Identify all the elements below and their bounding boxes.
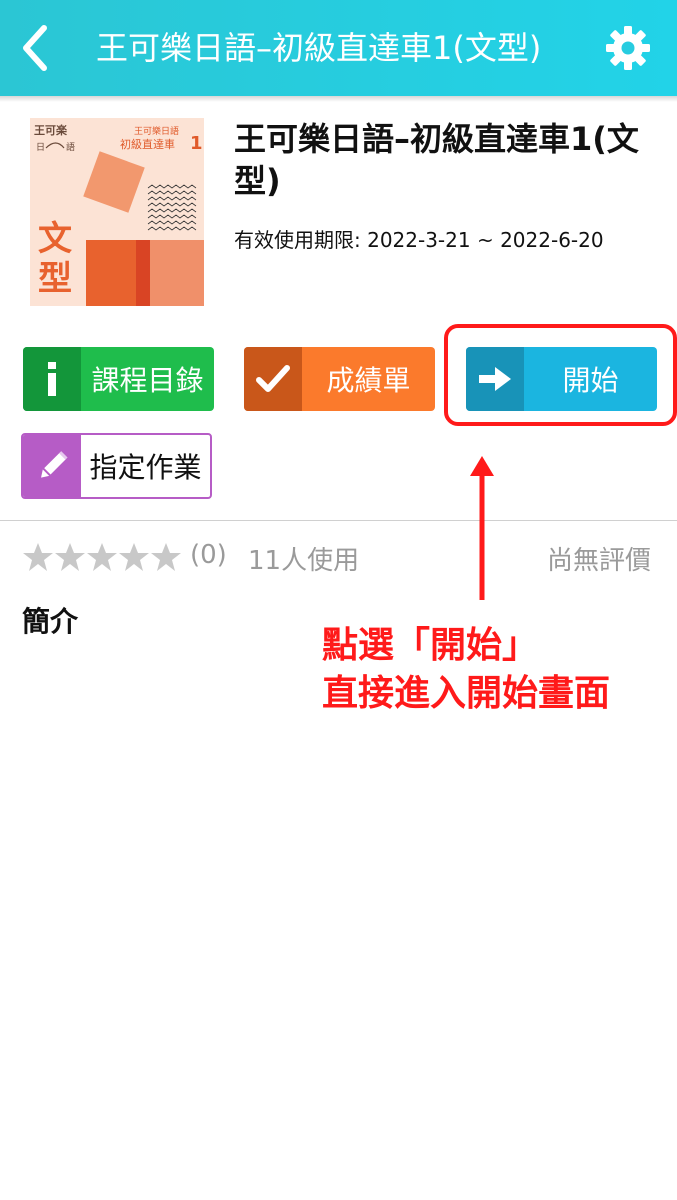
course-catalog-button[interactable]: 課程目錄 — [23, 347, 214, 411]
assigned-homework-button[interactable]: 指定作業 — [21, 433, 212, 499]
report-card-button[interactable]: 成績單 — [244, 347, 435, 411]
intro-heading: 簡介 — [22, 605, 79, 638]
cover-char-2: 型 — [38, 259, 72, 299]
cover-subtitle: 初級直達車 — [120, 137, 175, 151]
annotation-line-2: 直接進入開始畫面 — [322, 673, 611, 714]
info-icon — [23, 347, 81, 411]
course-catalog-label: 課程目錄 — [91, 364, 204, 397]
users-count: 11人使用 — [248, 546, 360, 576]
report-card-label: 成績單 — [326, 364, 411, 397]
annotation-text: 點選「開始」 直接進入開始畫面 — [322, 622, 610, 718]
divider — [0, 520, 677, 521]
star-rating — [22, 541, 182, 575]
svg-text:語: 語 — [66, 141, 75, 153]
cover-char-1: 文 — [38, 219, 72, 259]
cover-brand: 王可楽 — [34, 123, 68, 137]
star-icons — [23, 543, 181, 571]
assigned-homework-label: 指定作業 — [89, 451, 202, 484]
check-icon — [244, 347, 302, 411]
app-header: 王可樂日語–初級直達車1(文型) — [0, 0, 677, 102]
rating-status: 尚無評價 — [546, 546, 651, 576]
course-cover: 王可楽 日 語 王可樂日語 初級直達車 1 文 型 — [30, 118, 204, 306]
course-title: 王可樂日語–初級直達車1(文型) — [234, 120, 639, 200]
pencil-icon — [23, 435, 81, 497]
settings-button[interactable] — [604, 24, 652, 72]
header-title: 王可樂日語–初級直達車1(文型) — [96, 29, 542, 67]
back-button[interactable] — [14, 20, 58, 76]
annotation-arrow — [470, 456, 494, 600]
svg-text:日: 日 — [36, 142, 45, 153]
chevron-left-icon — [23, 25, 47, 71]
gear-icon — [606, 26, 650, 70]
annotation-line-1: 點選「開始」 — [322, 625, 539, 666]
validity-period: 有效使用期限: 2022-3-21 ~ 2022-6-20 — [234, 228, 604, 252]
start-highlight-annotation — [444, 324, 677, 426]
rating-count: (0) — [190, 540, 227, 570]
cover-number: 1 — [190, 133, 203, 154]
cover-series: 王可樂日語 — [134, 125, 179, 137]
